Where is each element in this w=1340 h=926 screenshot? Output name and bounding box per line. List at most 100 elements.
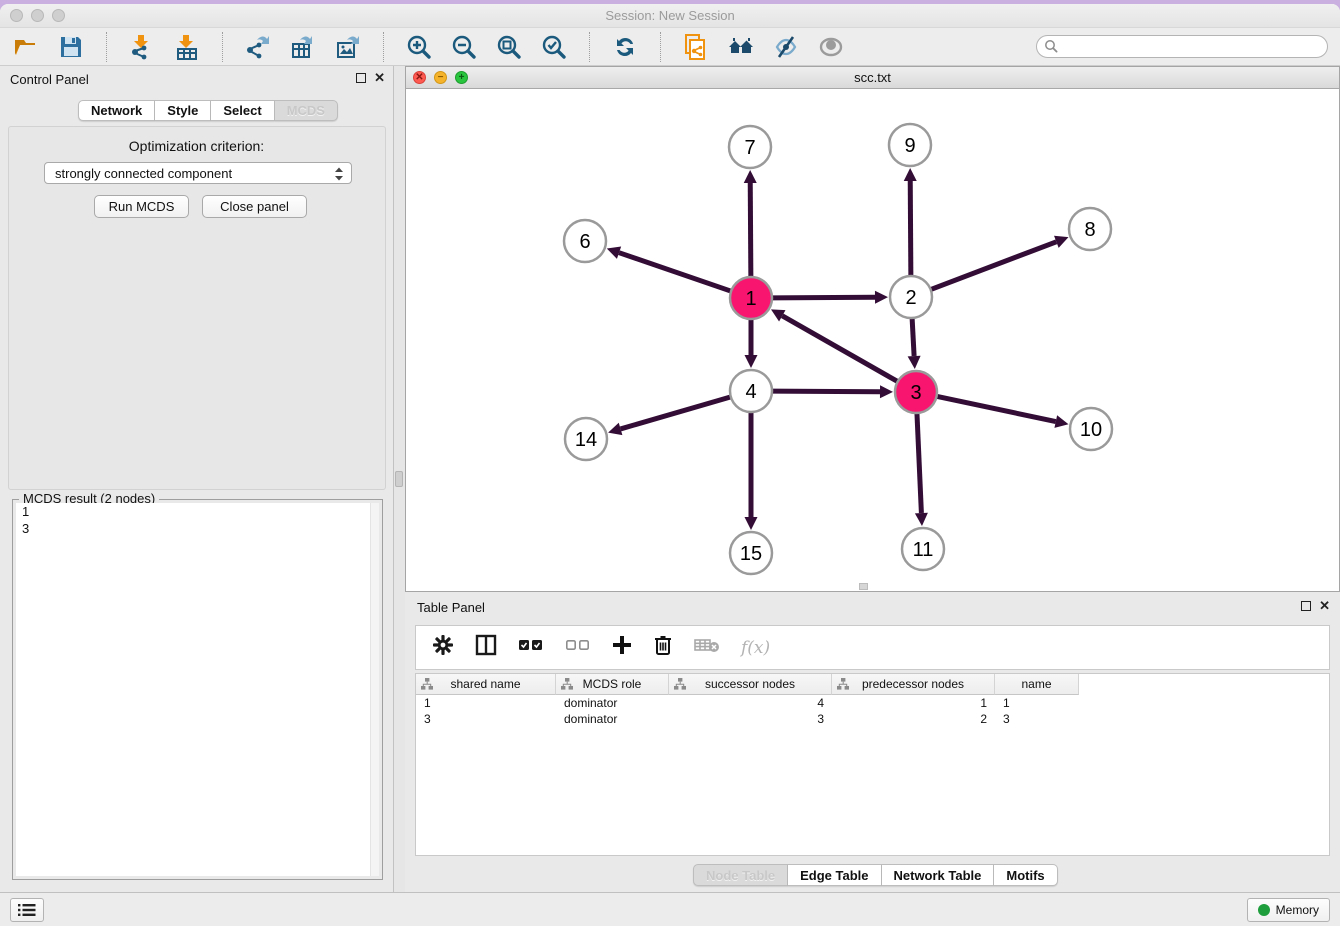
splitter-handle[interactable]: [395, 471, 403, 487]
zoom-out-icon[interactable]: [450, 33, 478, 61]
edge-arrowhead: [607, 247, 621, 259]
search-icon: [1044, 39, 1058, 58]
column-header-label: name: [1021, 677, 1051, 691]
tab-style[interactable]: Style: [155, 100, 211, 121]
float-panel-icon[interactable]: [356, 73, 366, 83]
mcds-result-textarea[interactable]: 13: [16, 503, 379, 876]
task-history-button[interactable]: [10, 898, 44, 922]
tab-node-table[interactable]: Node Table: [693, 864, 788, 886]
table-cell[interactable]: 3: [995, 712, 1079, 726]
graph-edge-3-10[interactable]: [937, 396, 1056, 421]
table-cell[interactable]: 1: [832, 696, 995, 710]
column-header-MCDS-role[interactable]: MCDS role: [556, 674, 669, 695]
memory-button[interactable]: Memory: [1247, 898, 1330, 922]
column-header-successor-nodes[interactable]: successor nodes: [669, 674, 832, 695]
close-table-panel-icon[interactable]: ✕: [1319, 601, 1330, 611]
graph-edge-1-2[interactable]: [772, 297, 875, 298]
tab-network[interactable]: Network: [78, 100, 155, 121]
table-row[interactable]: 3dominator323: [416, 711, 1329, 727]
function-builder-icon[interactable]: f(x): [741, 638, 770, 658]
graph-edge-1-6[interactable]: [619, 253, 731, 291]
export-table-icon[interactable]: [289, 33, 317, 61]
save-session-icon[interactable]: [57, 33, 85, 61]
mcds-result-groupbox: MCDS result (2 nodes) 13: [12, 499, 383, 880]
tab-motifs[interactable]: Motifs: [994, 864, 1057, 886]
graph-node-label: 15: [740, 543, 762, 565]
tab-edge-table[interactable]: Edge Table: [788, 864, 881, 886]
export-network-icon[interactable]: [244, 33, 272, 61]
add-column-icon[interactable]: [612, 635, 632, 660]
column-header-predecessor-nodes[interactable]: predecessor nodes: [832, 674, 995, 695]
column-header-label: shared name: [450, 677, 520, 691]
toolbar-separator: [383, 32, 384, 62]
result-line: 3: [16, 520, 379, 537]
table-cell[interactable]: 1: [995, 696, 1079, 710]
table-panel-title: Table Panel: [417, 600, 485, 615]
table-cell[interactable]: dominator: [556, 712, 669, 726]
edge-arrowhead: [1054, 415, 1068, 428]
graph-edge-1-7[interactable]: [750, 183, 751, 277]
zoom-selected-icon[interactable]: [540, 33, 568, 61]
network-window: ✕ − + scc.txt 1234678910111415: [405, 66, 1340, 592]
zoom-fit-icon[interactable]: [495, 33, 523, 61]
home-layout-icon[interactable]: [727, 33, 755, 61]
unselect-all-columns-icon[interactable]: [565, 638, 591, 657]
open-file-icon[interactable]: [12, 33, 40, 61]
graph-edge-4-14[interactable]: [621, 397, 731, 429]
graph-node-label: 10: [1080, 419, 1102, 441]
app-window: Session: New Session: [0, 4, 1340, 926]
table-row[interactable]: 1dominator411: [416, 695, 1329, 711]
network-window-titlebar[interactable]: ✕ − + scc.txt: [406, 67, 1339, 89]
result-scrollbar[interactable]: [370, 503, 379, 876]
tree-hierarchy-icon: [421, 678, 433, 693]
table-cell[interactable]: 2: [832, 712, 995, 726]
node-table: shared name MCDS rolesuccessor nodes prede…: [415, 673, 1330, 856]
graph-edge-3-11[interactable]: [917, 413, 921, 513]
eye-preview-icon[interactable]: [817, 33, 845, 61]
graph-edge-2-3[interactable]: [912, 318, 914, 356]
delete-column-icon[interactable]: [653, 634, 673, 661]
graph-node-label: 14: [575, 429, 597, 451]
table-cell[interactable]: 1: [416, 696, 556, 710]
table-cell[interactable]: 4: [669, 696, 832, 710]
column-header-label: predecessor nodes: [862, 677, 964, 691]
table-cell[interactable]: 3: [416, 712, 556, 726]
graph-edge-4-3[interactable]: [772, 391, 880, 392]
vertical-splitter[interactable]: [394, 66, 405, 892]
import-table-icon[interactable]: [173, 33, 201, 61]
tab-select[interactable]: Select: [211, 100, 274, 121]
run-mcds-button[interactable]: Run MCDS: [94, 195, 189, 218]
criterion-dropdown-value: strongly connected component: [55, 166, 232, 181]
table-cell[interactable]: dominator: [556, 696, 669, 710]
graph-edge-2-9[interactable]: [910, 181, 911, 276]
show-hide-panels-icon[interactable]: [772, 33, 800, 61]
column-header-shared-name[interactable]: shared name: [416, 674, 556, 695]
column-header-name[interactable]: name: [995, 674, 1079, 695]
table-options-gear-icon[interactable]: [432, 634, 454, 661]
network-canvas[interactable]: 1234678910111415: [406, 89, 1339, 591]
graph-node-label: 6: [579, 231, 590, 253]
graph-edge-2-8[interactable]: [931, 242, 1057, 290]
tab-network-table[interactable]: Network Table: [882, 864, 995, 886]
close-panel-button[interactable]: Close panel: [202, 195, 307, 218]
select-all-columns-icon[interactable]: [518, 638, 544, 657]
edge-arrowhead: [744, 170, 757, 183]
table-cell[interactable]: 3: [669, 712, 832, 726]
float-table-panel-icon[interactable]: [1301, 601, 1311, 611]
graph-edge-3-1[interactable]: [782, 316, 897, 382]
table-toolbar: f(x): [415, 625, 1330, 670]
criterion-dropdown[interactable]: strongly connected component: [44, 162, 352, 184]
close-panel-icon[interactable]: ✕: [374, 73, 385, 83]
import-network-icon[interactable]: [128, 33, 156, 61]
control-panel-tabs: NetworkStyleSelectMCDS: [78, 100, 338, 121]
tab-mcds[interactable]: MCDS: [275, 100, 338, 121]
search-input[interactable]: [1036, 35, 1328, 58]
show-column-icon[interactable]: [475, 634, 497, 661]
delete-table-icon[interactable]: [694, 637, 720, 658]
graph-node-label: 2: [905, 287, 916, 309]
canvas-resize-handle[interactable]: [859, 583, 868, 590]
zoom-in-icon[interactable]: [405, 33, 433, 61]
copy-network-icon[interactable]: [682, 33, 710, 61]
refresh-view-icon[interactable]: [611, 33, 639, 61]
export-image-icon[interactable]: [334, 33, 362, 61]
